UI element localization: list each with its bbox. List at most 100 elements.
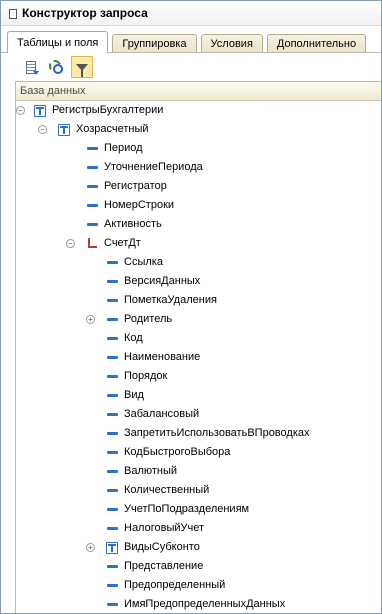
tree-row[interactable]: + Родитель — [16, 310, 381, 329]
tab-label: Таблицы и поля — [17, 36, 99, 49]
tree-row-label: Активность — [104, 218, 162, 230]
filter-icon — [76, 63, 88, 77]
tree-row[interactable]: ИмяПредопределенныхДанных — [16, 595, 381, 613]
tree-row[interactable]: УчетПоПодразделениям — [16, 500, 381, 519]
tree-row[interactable]: − Хозрасчетный — [16, 120, 381, 139]
collapse-icon[interactable]: − — [16, 106, 25, 115]
field-icon — [106, 351, 119, 364]
database-tree-panel: База данных − РегистрыБухгалтерии − Хозрасч… — [15, 81, 381, 613]
field-icon — [106, 408, 119, 421]
window-icon — [7, 8, 17, 19]
tree-row[interactable]: ВерсияДанных — [16, 272, 381, 291]
list-button[interactable] — [19, 56, 41, 78]
tree-row[interactable]: Количественный — [16, 481, 381, 500]
expand-icon[interactable]: + — [86, 543, 95, 552]
tree-row-label: Хозрасчетный — [76, 123, 149, 135]
field-icon — [106, 370, 119, 383]
tree-row-label: Предопределенный — [124, 579, 226, 591]
tab-label: Условия — [210, 37, 253, 50]
tab-label: Группировка — [122, 37, 187, 50]
tree-row-label: ПометкаУдаления — [124, 294, 217, 306]
tree-row[interactable]: НомерСтроки — [16, 196, 381, 215]
tree-row[interactable]: ЗапретитьИспользоватьВПроводках — [16, 424, 381, 443]
toolbar — [1, 53, 381, 81]
tree-row[interactable]: Представление — [16, 557, 381, 576]
tree-row[interactable]: Ссылка — [16, 253, 381, 272]
tab-strip: Таблицы и поля Группировка Условия Допол… — [1, 30, 381, 53]
tree-row-label: Порядок — [124, 370, 168, 382]
tree-row-label: СчетДт — [104, 237, 141, 249]
tree-row-label: Период — [104, 142, 143, 154]
tab-grouping[interactable]: Группировка — [112, 34, 197, 52]
field-icon — [106, 389, 119, 402]
tree-row-label: Родитель — [124, 313, 173, 325]
tab-additional[interactable]: Дополнительно — [266, 34, 367, 52]
field-icon — [86, 142, 99, 155]
filter-button[interactable] — [71, 56, 93, 78]
tree-row[interactable]: Забалансовый — [16, 405, 381, 424]
tree-row-label: Забалансовый — [124, 408, 200, 420]
table-icon — [106, 542, 118, 554]
tree-row-label: РегистрыБухгалтерии — [52, 104, 164, 116]
tab-label: Дополнительно — [276, 37, 357, 50]
field-icon — [106, 522, 119, 535]
database-tree: − РегистрыБухгалтерии − Хозрасчетный Период У… — [16, 101, 381, 613]
field-icon — [106, 598, 119, 611]
tree-row[interactable]: − СчетДт — [16, 234, 381, 253]
field-icon — [106, 427, 119, 440]
column-header-database[interactable]: База данных — [16, 82, 381, 101]
field-icon — [106, 446, 119, 459]
tree-row-label: Представление — [124, 560, 204, 572]
field-icon — [106, 560, 119, 573]
field-icon — [106, 503, 119, 516]
gear-icon — [49, 60, 63, 74]
table-icon — [34, 105, 46, 117]
tree-row-label: ИмяПредопределенныхДанных — [124, 598, 286, 610]
field-icon — [106, 579, 119, 592]
tree-row-label: ЗапретитьИспользоватьВПроводках — [124, 427, 310, 439]
tab-conditions[interactable]: Условия — [200, 34, 263, 52]
tree-row-label: Валютный — [124, 465, 178, 477]
tree-row[interactable]: Предопределенный — [16, 576, 381, 595]
tree-row[interactable]: Наименование — [16, 348, 381, 367]
field-icon — [86, 199, 99, 212]
field-icon — [106, 275, 119, 288]
tree-row[interactable]: + ВидыСубконто — [16, 538, 381, 557]
field-icon — [106, 256, 119, 269]
tree-row[interactable]: УточнениеПериода — [16, 158, 381, 177]
list-icon — [25, 60, 39, 75]
tree-row-label: КодБыстрогоВыбора — [124, 446, 231, 458]
expand-icon[interactable]: + — [86, 315, 95, 324]
tree-row[interactable]: Порядок — [16, 367, 381, 386]
tab-tables-and-fields[interactable]: Таблицы и поля — [7, 31, 109, 53]
title-bar: Конструктор запроса — [1, 1, 381, 26]
query-constructor-window: Конструктор запроса Таблицы и поля Групп… — [0, 0, 382, 614]
field-icon — [86, 161, 99, 174]
tree-row[interactable]: КодБыстрогоВыбора — [16, 443, 381, 462]
table-icon — [58, 124, 70, 136]
tree-row-label: УчетПоПодразделениям — [124, 503, 250, 515]
tree-row[interactable]: Активность — [16, 215, 381, 234]
tree-row[interactable]: Период — [16, 139, 381, 158]
tree-row-label: Наименование — [124, 351, 201, 363]
field-icon — [106, 332, 119, 345]
tree-row-label: Количественный — [124, 484, 210, 496]
window-title: Конструктор запроса — [22, 6, 148, 20]
field-icon — [86, 218, 99, 231]
tree-row-label: Регистратор — [104, 180, 167, 192]
collapse-icon[interactable]: − — [66, 239, 75, 248]
collapse-icon[interactable]: − — [38, 125, 47, 134]
tree-row[interactable]: Код — [16, 329, 381, 348]
tree-row-label: ВерсияДанных — [124, 275, 201, 287]
tree-row[interactable]: ПометкаУдаления — [16, 291, 381, 310]
account-icon — [86, 237, 99, 250]
tree-row[interactable]: НалоговыйУчет — [16, 519, 381, 538]
tree-row[interactable]: Регистратор — [16, 177, 381, 196]
field-icon — [106, 484, 119, 497]
settings-button[interactable] — [45, 56, 67, 78]
field-icon — [106, 313, 119, 326]
tree-row[interactable]: − РегистрыБухгалтерии — [16, 101, 381, 120]
tree-row[interactable]: Вид — [16, 386, 381, 405]
tree-row[interactable]: Валютный — [16, 462, 381, 481]
field-icon — [86, 180, 99, 193]
